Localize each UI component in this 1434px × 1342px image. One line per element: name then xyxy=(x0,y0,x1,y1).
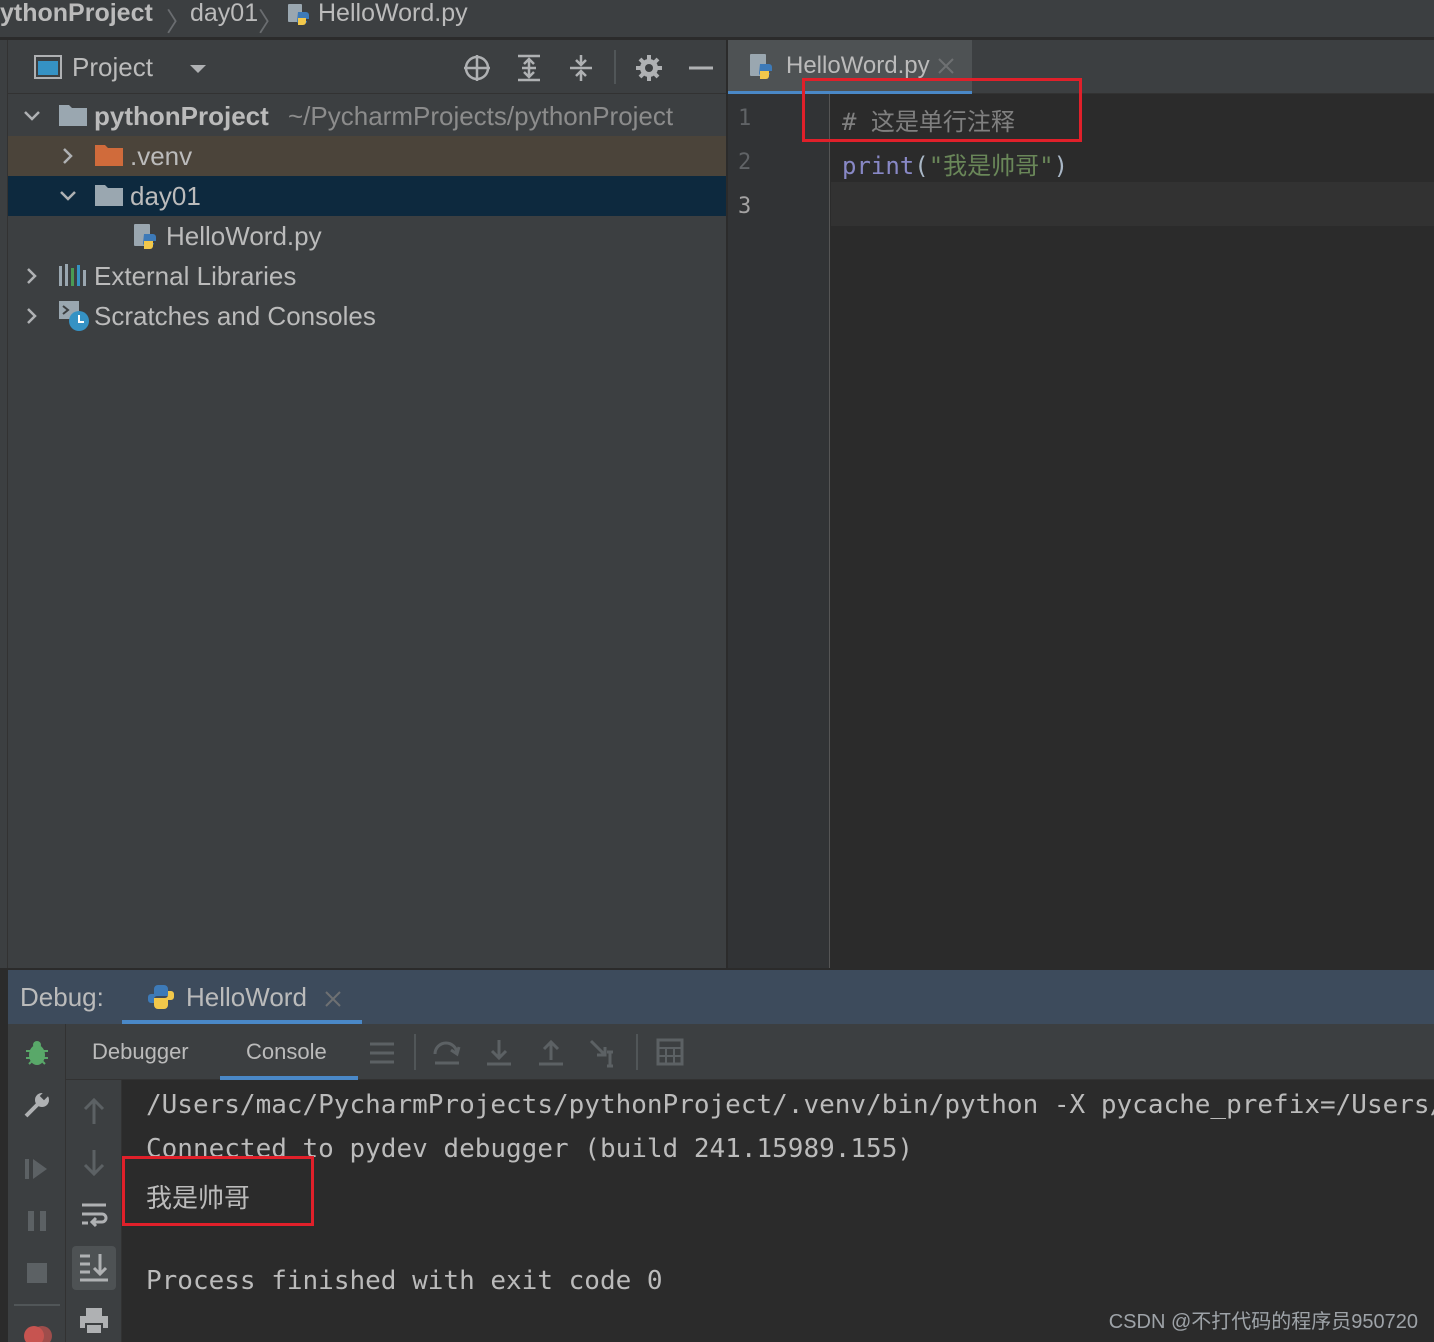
python-file-icon xyxy=(286,2,312,28)
scroll-to-end-button[interactable] xyxy=(72,1246,116,1290)
folder-icon xyxy=(94,182,124,208)
resume-icon[interactable] xyxy=(22,1154,52,1184)
code-paren: ) xyxy=(1053,152,1069,180)
console-line: Process finished with exit code 0 xyxy=(146,1266,663,1296)
close-icon[interactable] xyxy=(324,990,342,1008)
tab-debugger[interactable]: Debugger xyxy=(92,1024,189,1080)
minimize-icon[interactable] xyxy=(686,53,716,83)
breadcrumb-day01[interactable]: day01 xyxy=(190,0,258,30)
debug-tabs-toolbar: Debugger Console xyxy=(66,1024,1434,1080)
comment-highlight-box xyxy=(802,78,1082,142)
collapse-all-icon[interactable] xyxy=(566,53,596,83)
tree-item-label: pythonProject xyxy=(94,101,269,131)
toolbar-divider xyxy=(636,1034,638,1070)
debug-actions-toolbar xyxy=(8,1024,66,1342)
tree-item-label: External Libraries xyxy=(94,261,297,291)
run-to-cursor-icon[interactable] xyxy=(588,1038,618,1068)
chevron-right-icon[interactable] xyxy=(58,146,78,166)
line-number: 1 xyxy=(738,106,752,131)
tab-console[interactable]: Console xyxy=(220,1024,358,1080)
menu-icon[interactable] xyxy=(368,1040,396,1066)
left-tool-stripe xyxy=(0,40,8,968)
chevron-down-icon[interactable] xyxy=(58,186,78,206)
expand-all-icon[interactable] xyxy=(514,53,544,83)
line-number: 2 xyxy=(738,150,752,175)
tree-item-helloword[interactable]: HelloWord.py xyxy=(8,216,726,256)
editor-gutter xyxy=(728,94,830,968)
locate-icon[interactable] xyxy=(462,53,492,83)
breadcrumb-separator-icon: 〉 xyxy=(258,7,285,37)
stop-icon[interactable] xyxy=(22,1258,52,1288)
project-view-title[interactable]: Project xyxy=(72,40,153,94)
tree-item-label: day01 xyxy=(130,181,201,211)
folder-excluded-icon xyxy=(94,142,124,168)
tree-item-external-libraries[interactable]: External Libraries xyxy=(8,256,726,296)
python-file-icon xyxy=(748,52,776,82)
code-paren: ( xyxy=(914,152,929,180)
breakpoints-icon[interactable] xyxy=(22,1322,52,1342)
toolbar-divider xyxy=(614,50,616,84)
debug-tool-window-header: Debug: HelloWord xyxy=(8,968,1434,1024)
step-into-icon[interactable] xyxy=(484,1038,514,1068)
gear-icon[interactable] xyxy=(634,53,664,83)
output-highlight-box xyxy=(122,1156,314,1226)
tree-item-scratches[interactable]: Scratches and Consoles xyxy=(8,296,726,336)
breadcrumb-file[interactable]: HelloWord.py xyxy=(318,0,468,30)
navigation-breadcrumb: ythonProject 〉 day01 〉 HelloWord.py xyxy=(0,0,1434,38)
close-icon[interactable] xyxy=(936,56,956,76)
arrow-down-icon[interactable] xyxy=(80,1148,108,1178)
arrow-up-icon[interactable] xyxy=(80,1096,108,1126)
step-over-icon[interactable] xyxy=(432,1038,462,1068)
line-number: 3 xyxy=(738,194,752,219)
code-keyword: print xyxy=(842,152,915,180)
tree-item-path: ~/PycharmProjects/pythonProject xyxy=(288,101,674,131)
tree-item-venv[interactable]: .venv xyxy=(8,136,726,176)
current-line-highlight xyxy=(831,182,1434,226)
breadcrumb-project[interactable]: ythonProject xyxy=(0,0,153,30)
wrench-icon[interactable] xyxy=(22,1090,52,1120)
project-panel-header: Project xyxy=(8,40,726,94)
toolbar-divider xyxy=(14,1304,60,1306)
debug-label: Debug: xyxy=(20,982,104,1012)
code-print-statement: print("我是帅哥") xyxy=(842,146,1068,181)
chevron-down-icon[interactable] xyxy=(22,106,42,126)
evaluate-expression-icon[interactable] xyxy=(656,1038,684,1066)
bug-icon[interactable] xyxy=(22,1038,52,1068)
console-line: /Users/mac/PycharmProjects/pythonProject… xyxy=(146,1090,1434,1120)
chevron-down-icon[interactable] xyxy=(188,62,208,74)
toolbar-divider xyxy=(414,1034,416,1070)
tab-console-label: Console xyxy=(246,1039,327,1064)
code-string: "我是帅哥" xyxy=(928,152,1054,180)
console-side-toolbar xyxy=(66,1080,122,1342)
pause-icon[interactable] xyxy=(22,1206,52,1236)
chevron-right-icon[interactable] xyxy=(22,266,42,286)
watermark: CSDN @不打代码的程序员950720 xyxy=(1108,1311,1418,1333)
tree-item-label: .venv xyxy=(130,141,193,171)
python-icon xyxy=(146,982,176,1012)
tree-item-day01[interactable]: day01 xyxy=(8,176,726,216)
soft-wrap-icon[interactable] xyxy=(80,1200,108,1230)
tree-item-label: HelloWord.py xyxy=(166,221,322,251)
project-view-icon xyxy=(34,54,62,80)
folder-icon xyxy=(58,102,88,128)
debug-run-tab-label: HelloWord xyxy=(186,982,307,1012)
tree-item-label: Scratches and Consoles xyxy=(94,301,376,331)
print-icon[interactable] xyxy=(78,1306,110,1336)
python-file-icon xyxy=(132,222,160,252)
libraries-icon xyxy=(58,262,88,288)
chevron-right-icon[interactable] xyxy=(22,306,42,326)
debug-run-tab[interactable]: HelloWord xyxy=(122,970,362,1024)
step-out-icon[interactable] xyxy=(536,1038,566,1068)
tree-item-pythonproject[interactable]: pythonProject ~/PycharmProjects/pythonPr… xyxy=(8,96,726,136)
scratches-icon xyxy=(58,300,90,332)
breadcrumb-separator-icon: 〉 xyxy=(166,7,193,37)
